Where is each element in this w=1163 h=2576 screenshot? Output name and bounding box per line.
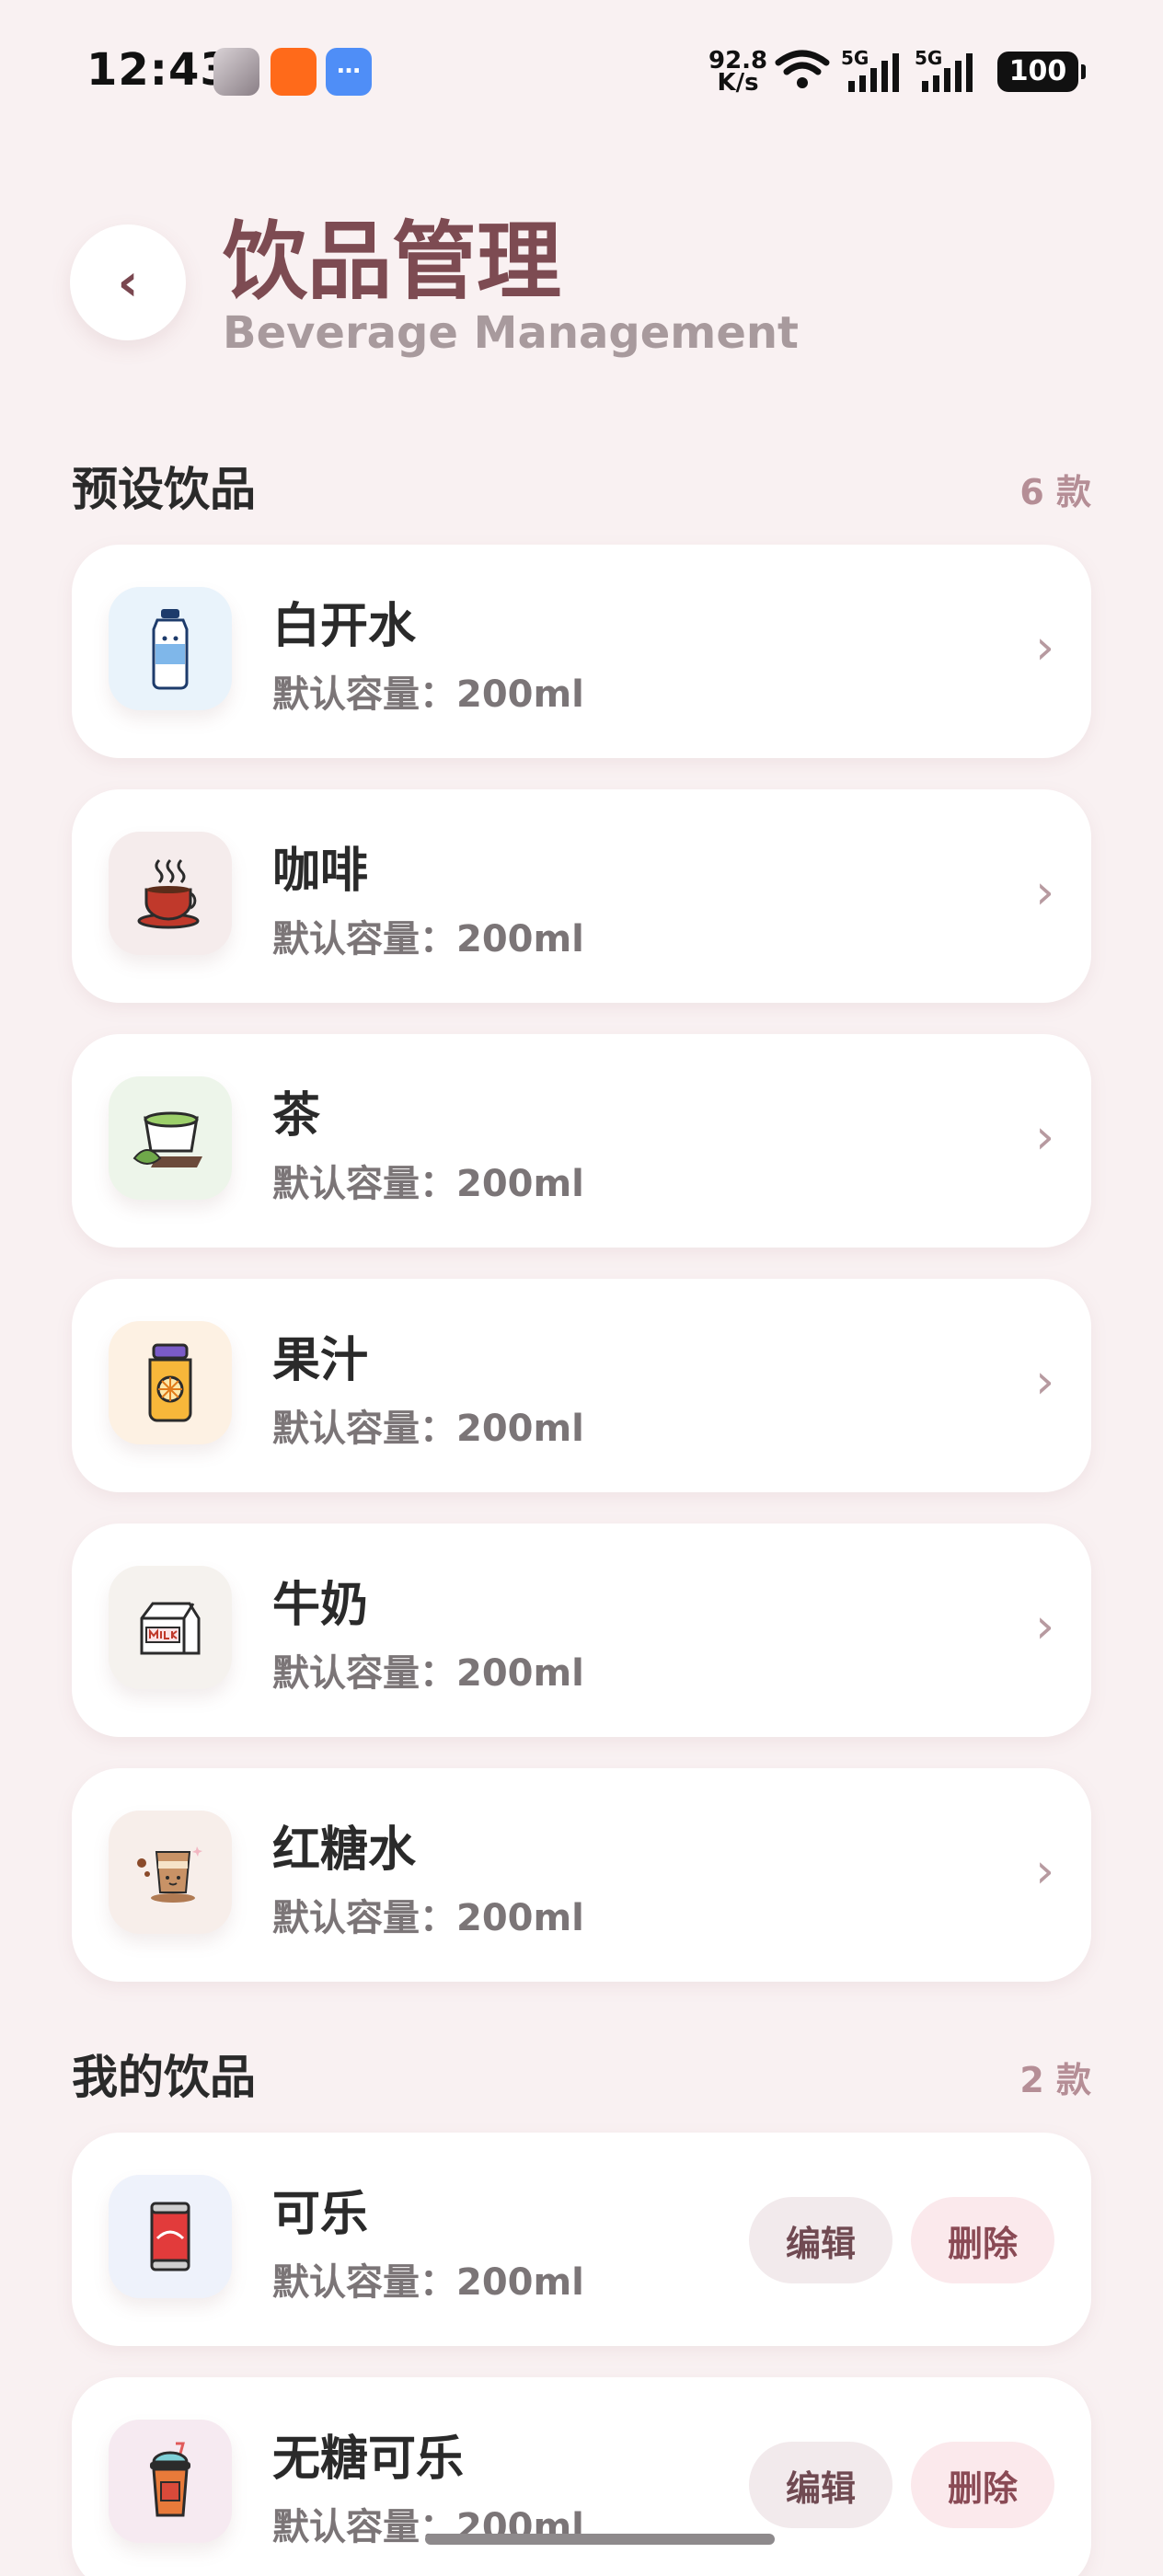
chevron-right-icon: ›	[1035, 865, 1054, 920]
drink-name: 白开水	[272, 599, 417, 654]
drink-name: 无糖可乐	[272, 2432, 465, 2487]
back-button[interactable]: ‹	[70, 224, 186, 340]
drink-capacity: 默认容量：200ml	[272, 1897, 584, 1939]
drink-name: 红糖水	[272, 1823, 417, 1878]
section-title-mine: 我的饮品	[72, 2051, 256, 2104]
delete-button[interactable]: 删除	[911, 2197, 1054, 2283]
drink-name: 咖啡	[272, 844, 369, 899]
chevron-right-icon: ›	[1035, 620, 1054, 675]
drink-name: 可乐	[272, 2187, 369, 2242]
notification-shopping-icon	[271, 48, 317, 96]
chevron-right-icon: ›	[1035, 1110, 1054, 1165]
tea-cup-icon	[109, 1076, 232, 1200]
drink-name: 果汁	[272, 1333, 369, 1388]
brown-sugar-cup-icon	[109, 1811, 232, 1934]
svg-text:5G: 5G	[841, 48, 869, 69]
svg-text:5G: 5G	[915, 48, 942, 69]
page-title: 饮品管理	[223, 213, 562, 311]
chevron-right-icon: ›	[1035, 1354, 1054, 1409]
bubble-tea-icon	[109, 2420, 232, 2543]
list-item[interactable]: 果汁 默认容量：200ml ›	[72, 1279, 1091, 1492]
chevron-left-icon: ‹	[117, 252, 139, 313]
list-item[interactable]: 咖啡 默认容量：200ml ›	[72, 789, 1091, 1003]
notification-message-icon	[326, 48, 372, 96]
status-time: 12:43	[86, 44, 232, 96]
drink-capacity: 默认容量：200ml	[272, 2261, 584, 2304]
section-count-preset: 6 款	[1019, 472, 1091, 512]
notification-avatar-icon	[213, 48, 259, 96]
page-subtitle: Beverage Management	[223, 307, 799, 359]
drink-capacity: 默认容量：200ml	[272, 1408, 584, 1450]
list-item[interactable]: 茶 默认容量：200ml ›	[72, 1034, 1091, 1248]
list-item[interactable]: 可乐 默认容量：200ml 编辑 删除	[72, 2133, 1091, 2346]
network-speed: 92.8 K/s	[708, 47, 768, 97]
signal-5g-icon: 5G	[841, 48, 899, 92]
chevron-right-icon: ›	[1035, 1844, 1054, 1899]
juice-jar-icon	[109, 1321, 232, 1444]
drink-name: 牛奶	[272, 1578, 369, 1633]
drink-capacity: 默认容量：200ml	[272, 1652, 584, 1695]
list-item[interactable]: 白开水 默认容量：200ml ›	[72, 545, 1091, 758]
home-indicator[interactable]	[425, 2534, 775, 2545]
list-item[interactable]: 红糖水 默认容量：200ml ›	[72, 1768, 1091, 1982]
drink-name: 茶	[272, 1088, 321, 1144]
milk-carton-icon	[109, 1566, 232, 1689]
signal-5g-icon: 5G	[915, 48, 973, 92]
battery-icon: 100	[997, 52, 1086, 92]
edit-button[interactable]: 编辑	[749, 2442, 892, 2528]
water-bottle-icon	[109, 587, 232, 710]
section-count-mine: 2 款	[1019, 2060, 1091, 2100]
list-item[interactable]: 无糖可乐 默认容量：200ml 编辑 删除	[72, 2377, 1091, 2576]
section-title-preset: 预设饮品	[72, 463, 256, 516]
wifi-icon	[775, 50, 830, 88]
list-item[interactable]: 牛奶 默认容量：200ml ›	[72, 1524, 1091, 1737]
drink-capacity: 默认容量：200ml	[272, 918, 584, 960]
delete-button[interactable]: 删除	[911, 2442, 1054, 2528]
edit-button[interactable]: 编辑	[749, 2197, 892, 2283]
status-bar: 12:43 92.8 K/s 5G 5G 100	[0, 0, 1163, 147]
cola-can-icon	[109, 2175, 232, 2298]
coffee-cup-icon	[109, 832, 232, 955]
drink-capacity: 默认容量：200ml	[272, 1163, 584, 1205]
chevron-right-icon: ›	[1035, 1599, 1054, 1654]
drink-capacity: 默认容量：200ml	[272, 673, 584, 716]
